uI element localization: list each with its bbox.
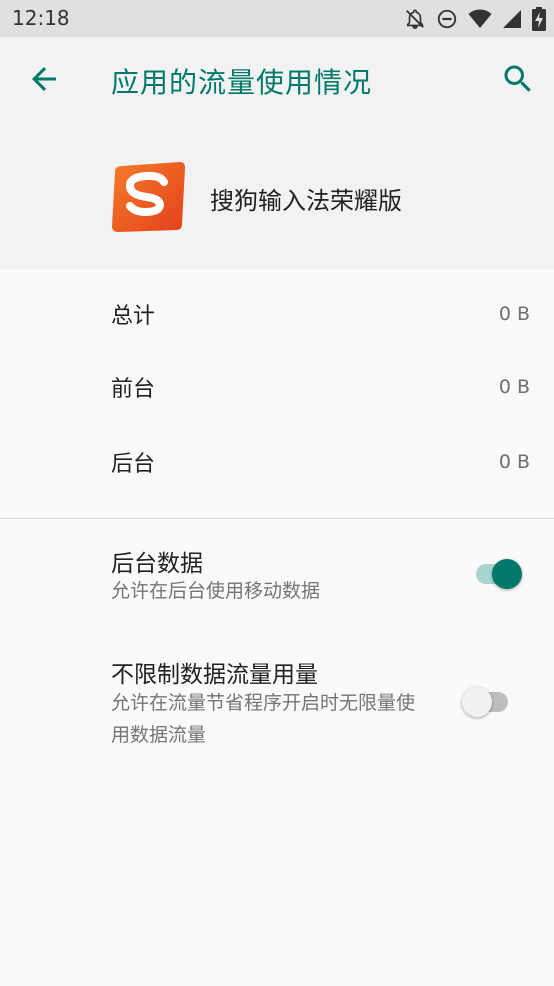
usage-value: 0 B — [498, 303, 530, 325]
preference-title: 后台数据 — [111, 551, 203, 577]
app-bar: 应用的流量使用情况 — [0, 37, 554, 123]
preference-title: 不限制数据流量用量 — [111, 662, 318, 688]
search-button[interactable] — [500, 61, 536, 97]
switch-thumb — [492, 559, 522, 589]
unrestricted-data-preference[interactable]: 不限制数据流量用量 允许在流量节省程序开启时无限量使用数据流量 — [0, 645, 554, 760]
unrestricted-data-switch[interactable] — [462, 682, 510, 722]
wifi-icon — [468, 9, 492, 28]
status-time: 12:18 — [12, 6, 70, 30]
back-button[interactable] — [26, 61, 62, 97]
status-bar: 12:18 — [0, 0, 554, 37]
usage-value: 0 B — [498, 376, 530, 398]
preference-summary: 允许在流量节省程序开启时无限量使用数据流量 — [111, 692, 416, 746]
background-data-switch[interactable] — [470, 554, 522, 594]
page-title: 应用的流量使用情况 — [111, 66, 373, 99]
usage-label: 前台 — [111, 377, 156, 402]
divider — [0, 518, 554, 519]
usage-label: 后台 — [111, 452, 156, 477]
search-icon — [504, 65, 531, 92]
switch-thumb — [462, 687, 492, 717]
do-not-disturb-icon — [437, 9, 457, 29]
background-data-preference[interactable]: 后台数据 允许在后台使用移动数据 — [0, 530, 554, 620]
usage-label: 总计 — [111, 304, 156, 329]
status-icons — [404, 7, 546, 31]
sogou-logo-icon — [112, 162, 185, 232]
preference-summary: 允许在后台使用移动数据 — [111, 580, 321, 602]
app-name: 搜狗输入法荣耀版 — [210, 187, 402, 215]
arrow-back-icon — [32, 67, 56, 91]
usage-row-foreground: 前台 0 B — [0, 350, 554, 424]
signal-icon — [503, 10, 521, 28]
app-header: 搜狗输入法荣耀版 — [0, 123, 554, 270]
notifications-off-icon — [406, 9, 424, 29]
battery-charging-icon — [532, 7, 546, 31]
usage-value: 0 B — [498, 451, 530, 473]
usage-row-background: 后台 0 B — [0, 425, 554, 499]
usage-row-total: 总计 0 B — [0, 277, 554, 351]
